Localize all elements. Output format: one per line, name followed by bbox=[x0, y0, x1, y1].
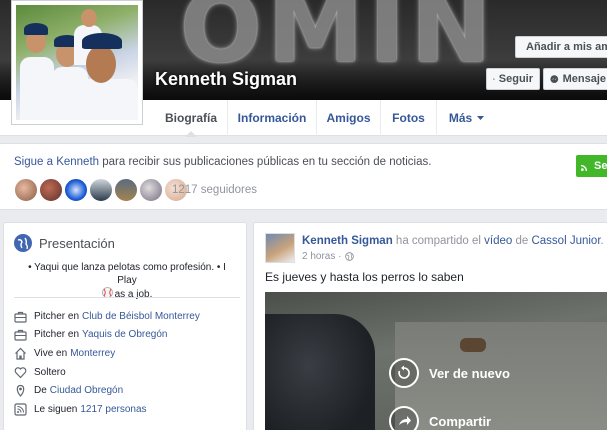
intro-item-link[interactable]: Yaquis de Obregón bbox=[82, 329, 167, 340]
post-text: Es jueves y hasta los perros lo saben bbox=[265, 270, 464, 284]
intro-item-text: De bbox=[34, 385, 47, 397]
post-timestamp[interactable]: 2 horas · bbox=[302, 251, 341, 262]
tab-friends[interactable]: Amigos bbox=[316, 100, 380, 136]
intro-item-relationship: Soltero bbox=[14, 363, 244, 382]
follow-button[interactable]: Seguir bbox=[486, 68, 540, 90]
share-video-button[interactable]: Compartir bbox=[389, 406, 491, 430]
home-icon bbox=[15, 347, 26, 360]
add-friend-label: Añadir a mis amigos bbox=[526, 41, 607, 53]
messenger-icon bbox=[550, 74, 559, 83]
briefcase-icon bbox=[14, 311, 27, 323]
globe-icon[interactable] bbox=[345, 252, 355, 261]
follow-prompt: Sigue a Kenneth para recibir sus publica… bbox=[14, 156, 431, 168]
intro-bio: • Yaqui que lanza pelotas como profesión… bbox=[20, 261, 234, 301]
divider bbox=[14, 297, 240, 298]
message-label: Mensaje bbox=[562, 73, 606, 85]
intro-item-job-1: Pitcher en Club de Béisbol Monterrey bbox=[14, 307, 244, 326]
intro-item-text: Vive en bbox=[34, 347, 68, 359]
post-meta: 2 horas · bbox=[302, 251, 355, 262]
intro-item-followers: Le siguen 1217 personas bbox=[14, 400, 244, 419]
follow-label: Seguir bbox=[498, 73, 533, 85]
follower-avatars bbox=[14, 178, 189, 202]
post-video[interactable]: Ver de nuevo Compartir bbox=[265, 292, 607, 430]
intro-item-job-2: Pitcher en Yaquis de Obregón bbox=[14, 326, 244, 345]
tab-photos[interactable]: Fotos bbox=[380, 100, 436, 136]
intro-item-link[interactable]: Monterrey bbox=[70, 348, 115, 359]
profile-name[interactable]: Kenneth Sigman bbox=[155, 69, 297, 90]
post-object-suffix: de bbox=[512, 235, 532, 247]
avatar[interactable] bbox=[39, 178, 63, 202]
intro-item-text: Pitcher en bbox=[34, 310, 80, 322]
avatar[interactable] bbox=[64, 178, 88, 202]
avatar[interactable] bbox=[114, 178, 138, 202]
add-friend-button[interactable]: Añadir a mis amigos bbox=[515, 36, 607, 58]
post-header: Kenneth Sigman ha compartido el vídeo de… bbox=[302, 235, 604, 247]
caret-down-icon bbox=[477, 116, 485, 120]
intro-title: Presentación bbox=[39, 235, 115, 251]
video-frame-car bbox=[265, 314, 375, 430]
tab-more[interactable]: Más bbox=[436, 100, 496, 136]
avatar[interactable] bbox=[265, 233, 295, 263]
post-action-text: ha compartido el bbox=[392, 235, 485, 247]
photo-figure bbox=[82, 33, 122, 49]
follow-prompt-text: para recibir sus publicaciones públicas … bbox=[99, 156, 432, 168]
intro-item-text: Le siguen bbox=[34, 403, 78, 415]
post-author-link[interactable]: Kenneth Sigman bbox=[302, 235, 393, 247]
share-icon bbox=[389, 406, 419, 430]
globe-icon bbox=[14, 234, 32, 252]
intro-item-lives: Vive en Monterrey bbox=[14, 344, 244, 363]
photo-figure bbox=[86, 45, 116, 83]
video-frame-dog bbox=[460, 338, 486, 352]
photo-figure bbox=[20, 57, 54, 120]
intro-item-text: Pitcher en bbox=[34, 329, 80, 341]
photo-figure bbox=[78, 79, 138, 120]
profile-photo bbox=[16, 5, 138, 120]
intro-bio-line1: • Yaqui que lanza pelotas como profesión… bbox=[28, 262, 226, 286]
rss-icon bbox=[493, 78, 495, 80]
intro-item-link[interactable]: Club de Béisbol Monterrey bbox=[82, 311, 200, 322]
avatar[interactable] bbox=[14, 178, 38, 202]
replay-icon bbox=[389, 358, 419, 388]
intro-list: Pitcher en Club de Béisbol Monterrey Pitc… bbox=[14, 307, 244, 419]
intro-item-link[interactable]: 1217 personas bbox=[80, 404, 146, 415]
replay-label: Ver de nuevo bbox=[429, 365, 510, 381]
follow-green-label: Se bbox=[594, 160, 607, 172]
post-period: . bbox=[600, 235, 604, 247]
post-card: Kenneth Sigman ha compartido el vídeo de… bbox=[253, 222, 607, 430]
intro-card: Presentación • Yaqui que lanza pelotas c… bbox=[3, 222, 247, 430]
post-object-link[interactable]: vídeo bbox=[484, 235, 512, 247]
message-button[interactable]: Mensaje bbox=[543, 68, 607, 90]
tab-biography[interactable]: Biografía bbox=[155, 100, 227, 137]
tab-information[interactable]: Información bbox=[227, 100, 316, 136]
rss-icon bbox=[14, 403, 27, 416]
intro-item-link[interactable]: Ciudad Obregón bbox=[50, 385, 123, 396]
photo-figure bbox=[81, 9, 97, 27]
intro-item-from: De Ciudad Obregón bbox=[14, 381, 244, 400]
profile-picture[interactable] bbox=[11, 0, 143, 125]
follow-green-button[interactable]: Se bbox=[576, 155, 607, 177]
intro-bio-line2: as a job. bbox=[114, 289, 153, 300]
replay-video-button[interactable]: Ver de nuevo bbox=[389, 358, 510, 388]
photo-figure bbox=[24, 23, 48, 35]
follow-panel: Sigue a Kenneth para recibir sus publica… bbox=[0, 143, 607, 210]
location-pin-icon bbox=[16, 385, 25, 398]
rss-icon bbox=[581, 164, 588, 171]
share-label: Compartir bbox=[429, 413, 492, 429]
post-source-link[interactable]: Cassol Junior bbox=[531, 235, 600, 247]
intro-header: Presentación bbox=[14, 234, 115, 252]
avatar[interactable] bbox=[89, 178, 113, 202]
briefcase-icon bbox=[14, 330, 27, 341]
tab-more-label: Más bbox=[448, 111, 473, 125]
follow-kenneth-link[interactable]: Sigue a Kenneth bbox=[14, 156, 99, 168]
avatar[interactable] bbox=[139, 178, 163, 202]
followers-count[interactable]: 1217 seguidores bbox=[172, 184, 257, 196]
intro-item-text: Soltero bbox=[34, 366, 66, 378]
heart-icon bbox=[14, 366, 27, 378]
